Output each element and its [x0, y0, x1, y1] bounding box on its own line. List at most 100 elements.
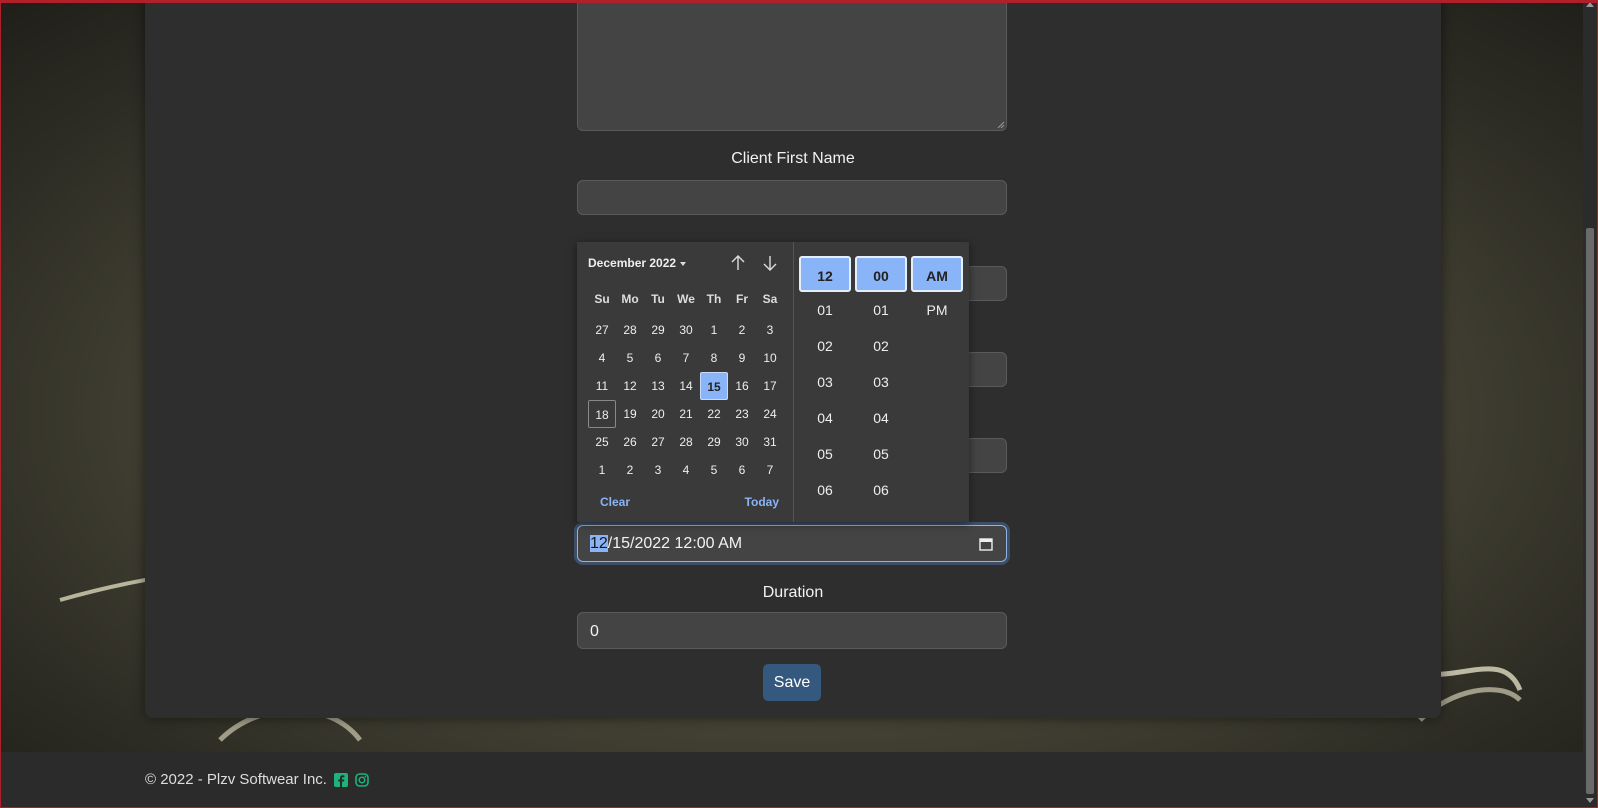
duration-label: Duration — [762, 584, 824, 601]
page-scrollbar[interactable] — [1583, 0, 1597, 807]
calendar-day[interactable]: 23 — [728, 400, 756, 428]
calendar-day[interactable]: 11 — [588, 372, 616, 400]
calendar-day[interactable]: 14 — [672, 372, 700, 400]
calendar-day[interactable]: 1 — [588, 456, 616, 484]
minute-option[interactable]: 01 — [855, 292, 907, 328]
minute-option[interactable]: 05 — [855, 436, 907, 472]
month-year-selector[interactable]: December 2022 — [588, 256, 687, 270]
calendar-day[interactable]: 4 — [588, 344, 616, 372]
arrow-up-icon[interactable] — [729, 254, 747, 272]
datetime-rest-segment[interactable]: /15/2022 12:00 AM — [608, 535, 742, 552]
weekday-header: Sa — [762, 292, 778, 306]
hour-option[interactable]: 04 — [799, 400, 851, 436]
scroll-thumb[interactable] — [1586, 228, 1594, 794]
calendar-day[interactable]: 27 — [588, 316, 616, 344]
ampm-column: AM PM — [911, 256, 963, 328]
calendar-day[interactable]: 29 — [644, 316, 672, 344]
calendar-day[interactable]: 16 — [728, 372, 756, 400]
window-border-top — [0, 0, 1598, 3]
hour-option[interactable]: 01 — [799, 292, 851, 328]
calendar-day[interactable]: 30 — [672, 316, 700, 344]
calendar-day[interactable]: 29 — [700, 428, 728, 456]
scroll-down-icon[interactable] — [1586, 798, 1594, 803]
calendar-week-row: 27 28 29 30 1 2 3 — [588, 316, 784, 344]
calendar-panel: December 2022 Su Mo Tu We Th Fr Sa 27 28 29 30 1 2 3… — [577, 242, 793, 522]
caret-down-icon — [680, 261, 687, 266]
hours-column: 12 01 02 03 04 05 06 — [799, 256, 851, 508]
notes-textarea[interactable] — [577, 0, 1007, 131]
calendar-day[interactable]: 19 — [616, 400, 644, 428]
calendar-day[interactable]: 8 — [700, 344, 728, 372]
calendar-day[interactable]: 31 — [756, 428, 784, 456]
today-button[interactable]: Today — [745, 495, 779, 509]
duration-input[interactable]: 0 — [577, 612, 1007, 649]
appointment-datetime-input[interactable]: 12/15/2022 12:00 AM — [577, 525, 1007, 562]
datetime-month-segment[interactable]: 12 — [590, 535, 608, 552]
calendar-day[interactable]: 1 — [700, 316, 728, 344]
minute-option[interactable]: 06 — [855, 472, 907, 508]
calendar-day[interactable]: 3 — [756, 316, 784, 344]
window-border-left — [0, 0, 1, 808]
calendar-day[interactable]: 27 — [644, 428, 672, 456]
calendar-day[interactable]: 2 — [728, 316, 756, 344]
calendar-icon[interactable] — [978, 536, 994, 552]
calendar-day[interactable]: 30 — [728, 428, 756, 456]
calendar-day[interactable]: 13 — [644, 372, 672, 400]
calendar-day[interactable]: 2 — [616, 456, 644, 484]
calendar-day[interactable]: 3 — [644, 456, 672, 484]
minutes-column: 00 01 02 03 04 05 06 — [855, 256, 907, 508]
calendar-day[interactable]: 18 — [588, 400, 616, 428]
ampm-option[interactable]: AM — [911, 256, 963, 292]
weekday-header: Th — [706, 292, 722, 306]
calendar-day[interactable]: 21 — [672, 400, 700, 428]
calendar-day[interactable]: 7 — [672, 344, 700, 372]
calendar-day[interactable]: 17 — [756, 372, 784, 400]
calendar-day[interactable]: 7 — [756, 456, 784, 484]
save-button[interactable]: Save — [763, 664, 821, 701]
client-first-name-input[interactable] — [577, 180, 1007, 215]
calendar-day[interactable]: 28 — [672, 428, 700, 456]
copyright-text: © 2022 - Plzv Softwear Inc. — [145, 771, 370, 788]
calendar-day[interactable]: 22 — [700, 400, 728, 428]
resize-grip-icon[interactable] — [997, 121, 1005, 129]
calendar-day[interactable]: 20 — [644, 400, 672, 428]
picker-divider — [793, 242, 794, 522]
calendar-day[interactable]: 6 — [644, 344, 672, 372]
weekday-header: Tu — [651, 292, 665, 306]
calendar-day[interactable]: 28 — [616, 316, 644, 344]
month-year-label: December 2022 — [588, 256, 677, 270]
arrow-down-icon[interactable] — [761, 254, 779, 272]
calendar-week-row: 1234567 — [588, 456, 784, 484]
calendar-day[interactable]: 10 — [756, 344, 784, 372]
ampm-option[interactable]: PM — [911, 292, 963, 328]
hour-option[interactable]: 02 — [799, 328, 851, 364]
calendar-week-row: 18 19 20 21 22 23 24 — [588, 400, 784, 428]
calendar-day[interactable]: 12 — [616, 372, 644, 400]
weekday-header: Fr — [736, 292, 748, 306]
minute-option[interactable]: 04 — [855, 400, 907, 436]
hour-option[interactable]: 12 — [799, 256, 851, 292]
calendar-day[interactable]: 9 — [728, 344, 756, 372]
instagram-icon[interactable] — [355, 773, 370, 787]
minute-option[interactable]: 02 — [855, 328, 907, 364]
calendar-day[interactable]: 5 — [616, 344, 644, 372]
calendar-day[interactable]: 5 — [700, 456, 728, 484]
minute-option[interactable]: 03 — [855, 364, 907, 400]
page-footer: © 2022 - Plzv Softwear Inc. — [0, 752, 1598, 808]
calendar-week-row: 4 5 6 7 8 9 10 — [588, 344, 784, 372]
facebook-icon[interactable] — [334, 773, 349, 788]
hour-option[interactable]: 03 — [799, 364, 851, 400]
calendar-day[interactable]: 15 — [700, 372, 728, 400]
calendar-week-row: 11 12 13 14 15 16 17 — [588, 372, 784, 400]
datetime-picker-popup: December 2022 Su Mo Tu We Th Fr Sa 27 28 29 30 1 2 3… — [577, 242, 969, 522]
hour-option[interactable]: 06 — [799, 472, 851, 508]
calendar-day[interactable]: 25 — [588, 428, 616, 456]
weekday-header: We — [677, 292, 695, 306]
calendar-day[interactable]: 6 — [728, 456, 756, 484]
calendar-day[interactable]: 26 — [616, 428, 644, 456]
calendar-day[interactable]: 24 — [756, 400, 784, 428]
clear-button[interactable]: Clear — [600, 495, 630, 509]
minute-option[interactable]: 00 — [855, 256, 907, 292]
calendar-day[interactable]: 4 — [672, 456, 700, 484]
hour-option[interactable]: 05 — [799, 436, 851, 472]
